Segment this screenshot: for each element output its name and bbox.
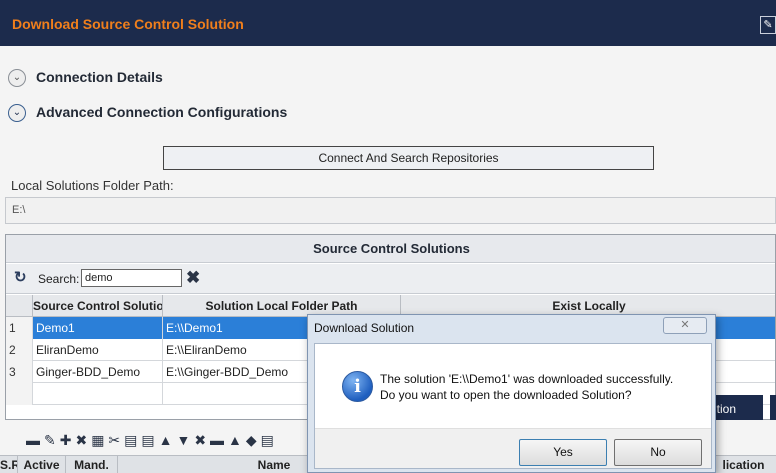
search-input[interactable]: demo (81, 269, 182, 287)
column-header-mand[interactable]: Mand. (66, 456, 118, 473)
solution-name-cell[interactable]: Ginger-BDD_Demo (33, 361, 163, 383)
clear-search-icon[interactable]: ✖ (186, 269, 202, 287)
dialog-message-line1: The solution 'E:\\Demo1' was downloaded … (380, 372, 674, 386)
search-label: Search: (38, 272, 80, 286)
connection-details-label: Connection Details (36, 69, 163, 85)
info-icon: i (342, 371, 373, 402)
local-path-label: Local Solutions Folder Path: (11, 178, 174, 193)
yes-button[interactable]: Yes (519, 439, 607, 466)
solution-name-cell[interactable]: EliranDemo (33, 339, 163, 361)
row-index: 1 (6, 317, 33, 339)
grid-toolbar: ↻ Search: demo ✖ (6, 264, 775, 294)
column-header-active[interactable]: Active (18, 456, 66, 473)
solution-name-cell[interactable]: Demo1 (33, 317, 163, 339)
row-index: 2 (6, 339, 33, 361)
dialog-title: Download Solution (314, 321, 415, 335)
close-icon[interactable]: ✕ (663, 317, 707, 334)
refresh-icon[interactable]: ↻ (14, 270, 30, 286)
advanced-connection-label: Advanced Connection Configurations (36, 104, 288, 120)
window-title: Download Source Control Solution (12, 16, 244, 32)
local-path-input[interactable]: E:\ (5, 197, 776, 224)
toolbar-icons[interactable]: ▬✎✚✖▦✂▤▤▲▼✖▬▲◆▤ (26, 432, 278, 448)
row-index (6, 383, 33, 405)
chevron-down-icon[interactable]: ⌄ (8, 69, 26, 87)
column-header-application[interactable]: lication (711, 456, 776, 473)
download-solution-dialog: Download Solution ✕ i The solution 'E:\\… (307, 314, 716, 473)
column-header-name[interactable]: Source Control Solutio (33, 295, 163, 317)
no-button[interactable]: No (614, 439, 702, 466)
title-bar: Download Source Control Solution ✎ (0, 0, 776, 46)
lower-toolbar: ▬✎✚✖▦✂▤▤▲▼✖▬▲◆▤ (0, 428, 320, 452)
dialog-body: i The solution 'E:\\Demo1' was downloade… (314, 343, 712, 469)
chevron-down-icon[interactable]: ⌄ (8, 104, 26, 122)
solution-name-cell[interactable] (33, 383, 163, 405)
pin-icon[interactable]: ✎ (760, 16, 776, 34)
dialog-footer: Yes No (315, 428, 711, 468)
grid-title: Source Control Solutions (6, 235, 775, 263)
column-header-sr[interactable]: S.R (0, 456, 18, 473)
dialog-message-line2: Do you want to open the downloaded Solut… (380, 388, 632, 402)
connect-search-button[interactable]: Connect And Search Repositories (163, 146, 654, 170)
row-index-header (6, 295, 33, 317)
row-index: 3 (6, 361, 33, 383)
close-button[interactable] (770, 395, 776, 423)
